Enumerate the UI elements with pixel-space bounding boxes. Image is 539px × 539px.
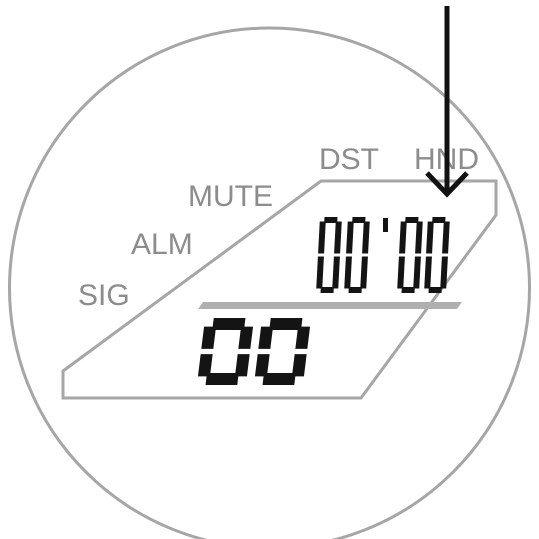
watch-dial-diagram: SIG ALM MUTE DST HND — [0, 0, 539, 539]
segment-a — [324, 217, 338, 223]
upper-digit-2 — [344, 217, 370, 293]
segment-b — [362, 221, 370, 254]
display-divider — [198, 302, 462, 309]
segment-f — [346, 221, 354, 254]
segment-a — [352, 217, 366, 223]
dst-indicator: DST — [319, 143, 379, 176]
watch-face-svg: SIG ALM MUTE DST HND — [8, 6, 531, 539]
segment-f — [426, 221, 434, 254]
segment-f — [201, 326, 217, 349]
segment-d — [320, 287, 334, 293]
segment-d — [348, 287, 362, 293]
lower-lcd-readout — [197, 318, 311, 385]
segment-e — [397, 256, 405, 289]
segment-d — [262, 373, 296, 385]
segment-a — [405, 217, 419, 223]
segment-d — [401, 287, 415, 293]
segment-e — [344, 256, 352, 289]
segment-e — [316, 256, 324, 289]
mute-indicator: MUTE — [188, 180, 273, 213]
segment-d — [205, 373, 239, 385]
lower-digit-1 — [197, 318, 254, 385]
segment-a — [212, 318, 246, 330]
upper-digit-4 — [424, 217, 450, 293]
upper-lcd-readout — [316, 217, 450, 293]
segment-b — [334, 221, 342, 254]
lower-digit-2 — [254, 318, 311, 385]
segment-b — [442, 221, 450, 254]
upper-digit-1 — [316, 217, 342, 293]
segment-b — [415, 221, 423, 254]
segment-c — [332, 256, 340, 289]
alm-indicator: ALM — [131, 228, 193, 261]
segment-c — [360, 256, 368, 289]
segment-e — [424, 256, 432, 289]
segment-a — [269, 318, 303, 330]
segment-c — [413, 256, 421, 289]
segment-f — [258, 326, 274, 349]
time-separator — [383, 218, 388, 232]
sig-indicator: SIG — [78, 279, 130, 312]
segment-f — [318, 221, 326, 254]
upper-digit-3 — [397, 217, 423, 293]
segment-d — [428, 287, 442, 293]
segment-a — [432, 217, 446, 223]
segment-f — [399, 221, 407, 254]
